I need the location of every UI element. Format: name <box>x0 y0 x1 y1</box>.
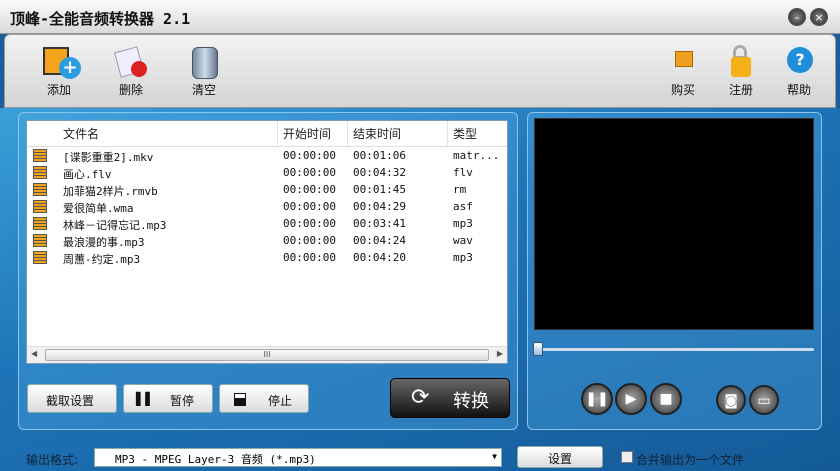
video-preview <box>534 118 814 330</box>
add-button[interactable]: + 添加 <box>31 43 87 98</box>
start-time: 00:00:00 <box>283 234 336 247</box>
scroll-left-arrow-icon[interactable]: ◀ <box>31 349 37 358</box>
file-name: 林峰－记得忘记.mp3 <box>63 219 167 232</box>
film-icon <box>33 251 47 264</box>
end-time: 00:04:20 <box>353 251 406 264</box>
delete-button[interactable]: 删除 <box>103 43 159 98</box>
player-pause-button[interactable]: ❚❚ <box>581 383 613 415</box>
table-row[interactable]: 林峰－记得忘记.mp3 00:00:00 00:03:41 mp3 <box>27 215 507 232</box>
scroll-right-arrow-icon[interactable]: ▶ <box>497 349 503 358</box>
film-icon <box>33 183 47 196</box>
film-icon <box>33 200 47 213</box>
end-time: 00:01:06 <box>353 149 406 162</box>
playback-slider-thumb[interactable] <box>533 342 543 356</box>
file-name: [谍影重重2].mkv <box>63 151 154 164</box>
file-name: 画心.flv <box>63 168 112 181</box>
trim-settings-button[interactable]: 截取设置 <box>27 384 117 413</box>
padlock-icon <box>721 43 761 79</box>
add-film-icon: + <box>39 43 81 79</box>
end-time: 00:01:45 <box>353 183 406 196</box>
column-type[interactable]: 类型 <box>453 125 477 142</box>
stop-icon <box>234 393 246 406</box>
toolbar: + 添加 删除 清空 购买 注册 ? 帮助 <box>4 34 836 108</box>
buy-label: 购买 <box>670 83 695 97</box>
column-filename[interactable]: 文件名 <box>63 125 99 142</box>
minimize-button[interactable]: – <box>788 8 806 26</box>
file-name: 加菲猫2样片.rmvb <box>63 185 158 198</box>
convert-button[interactable]: ⟳ 转换 <box>390 378 510 418</box>
start-time: 00:00:00 <box>283 183 336 196</box>
column-start-time[interactable]: 开始时间 <box>283 125 331 142</box>
film-icon <box>33 166 47 179</box>
delete-label: 删除 <box>118 83 143 97</box>
help-icon: ? <box>779 43 819 79</box>
scroll-thumb[interactable]: III <box>45 349 489 361</box>
start-time: 00:00:00 <box>283 200 336 213</box>
file-name: 周蕙-约定.mp3 <box>63 253 141 266</box>
end-time: 00:04:24 <box>353 234 406 247</box>
close-button[interactable]: × <box>810 8 828 26</box>
film-icon <box>33 217 47 230</box>
player-play-button[interactable]: ▶ <box>615 383 647 415</box>
merge-output-label: 合并输出为一个文件 <box>636 453 745 467</box>
file-name: 最浪漫的事.mp3 <box>63 236 145 249</box>
output-format-label: 输出格式: <box>26 453 79 467</box>
file-type: wav <box>453 234 473 247</box>
output-settings-button[interactable]: 设置 <box>517 446 603 468</box>
film-icon <box>33 234 47 247</box>
start-time: 00:00:00 <box>283 251 336 264</box>
help-button[interactable]: ? 帮助 <box>771 43 827 98</box>
window-title: 顶峰-全能音频转换器 2.1 <box>10 10 191 28</box>
refresh-arrows-icon: ⟳ <box>411 385 430 410</box>
file-name: 爱很简单.wma <box>63 202 134 215</box>
shopping-cart-icon <box>663 43 703 79</box>
file-type: mp3 <box>453 251 473 264</box>
film-icon <box>33 149 47 162</box>
output-format-select[interactable]: MP3 - MPEG Layer-3 音频 (*.mp3) ▼ <box>94 448 502 467</box>
table-row[interactable]: 爱很简单.wma 00:00:00 00:04:29 asf <box>27 198 507 215</box>
end-time: 00:03:41 <box>353 217 406 230</box>
help-label: 帮助 <box>786 83 811 97</box>
player-stop-button[interactable]: ■ <box>650 383 682 415</box>
merge-output-checkbox[interactable] <box>621 451 633 463</box>
table-row[interactable]: 最浪漫的事.mp3 00:00:00 00:04:24 wav <box>27 232 507 249</box>
clear-label: 清空 <box>191 83 216 97</box>
end-time: 00:04:29 <box>353 200 406 213</box>
register-button[interactable]: 注册 <box>713 43 769 98</box>
table-row[interactable]: 周蕙-约定.mp3 00:00:00 00:04:20 mp3 <box>27 249 507 266</box>
buy-button[interactable]: 购买 <box>655 43 711 98</box>
list-header: 文件名 开始时间 结束时间 类型 <box>27 121 507 147</box>
stop-button[interactable]: 停止 <box>219 384 309 413</box>
pause-icon: ▌▌ <box>136 392 155 406</box>
title-bar: 顶峰-全能音频转换器 2.1 – × <box>0 0 840 34</box>
table-row[interactable]: [谍影重重2].mkv 00:00:00 00:01:06 matr... <box>27 147 507 164</box>
file-list[interactable]: 文件名 开始时间 结束时间 类型 [谍影重重2].mkv 00:00:00 00:0… <box>26 120 508 364</box>
trash-bin-icon <box>184 43 224 79</box>
start-time: 00:00:00 <box>283 217 336 230</box>
file-type: flv <box>453 166 473 179</box>
clear-button[interactable]: 清空 <box>176 43 232 98</box>
chevron-down-icon: ▼ <box>492 452 497 461</box>
snapshot-camera-button[interactable]: ◙ <box>716 385 746 415</box>
add-label: 添加 <box>46 83 71 97</box>
horizontal-scrollbar[interactable]: ◀ III ▶ <box>27 346 507 363</box>
register-label: 注册 <box>728 83 753 97</box>
end-time: 00:04:32 <box>353 166 406 179</box>
delete-document-icon <box>111 43 151 79</box>
table-row[interactable]: 画心.flv 00:00:00 00:04:32 flv <box>27 164 507 181</box>
table-row[interactable]: 加菲猫2样片.rmvb 00:00:00 00:01:45 rm <box>27 181 507 198</box>
pause-button[interactable]: ▌▌ 暂停 <box>123 384 213 413</box>
file-type: matr... <box>453 149 500 162</box>
column-end-time[interactable]: 结束时间 <box>353 125 401 142</box>
file-type: asf <box>453 200 473 213</box>
file-type: mp3 <box>453 217 473 230</box>
open-folder-button[interactable]: ▭ <box>749 385 779 415</box>
start-time: 00:00:00 <box>283 149 336 162</box>
playback-slider[interactable] <box>534 348 814 351</box>
start-time: 00:00:00 <box>283 166 336 179</box>
file-type: rm <box>453 183 467 196</box>
